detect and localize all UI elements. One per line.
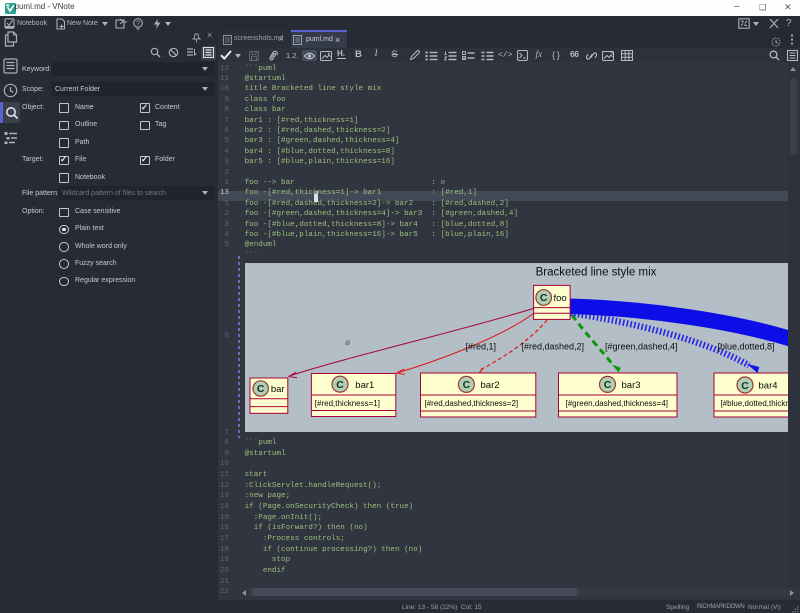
svg-text:C: C — [741, 380, 749, 392]
svg-text:C: C — [462, 379, 470, 391]
svg-text:[#red,dashed,thickness=2]: [#red,dashed,thickness=2] — [424, 399, 518, 408]
svg-text:bar2: bar2 — [480, 380, 499, 391]
svg-text:bar: bar — [270, 384, 284, 395]
svg-text:C: C — [336, 379, 344, 391]
svg-text:[#red,1]: [#red,1] — [465, 342, 496, 352]
svg-text:[#green,dashed,thickness=4]: [#green,dashed,thickness=4] — [565, 399, 668, 408]
svg-text:[#red,thickness=1]: [#red,thickness=1] — [314, 399, 379, 408]
svg-text:ø: ø — [345, 337, 350, 347]
svg-text:?: ? — [136, 20, 140, 27]
svg-text:bar1: bar1 — [355, 380, 374, 391]
svg-text:bar3: bar3 — [621, 380, 640, 391]
svg-text:C: C — [256, 383, 264, 395]
svg-text:C: C — [603, 379, 611, 391]
svg-text:foo: foo — [553, 293, 566, 304]
svg-text:bar4: bar4 — [758, 381, 777, 392]
svg-text:Bracketed line style mix: Bracketed line style mix — [535, 267, 656, 279]
svg-text:[blue,dotted,8]: [blue,dotted,8] — [717, 342, 774, 352]
svg-text:[#blue,dotted,thickne: [#blue,dotted,thickne — [720, 399, 788, 408]
svg-text:[#green,dashed,4]: [#green,dashed,4] — [605, 342, 678, 352]
svg-text:[#red,dashed,2]: [#red,dashed,2] — [521, 342, 584, 352]
svg-text:C: C — [539, 292, 547, 304]
